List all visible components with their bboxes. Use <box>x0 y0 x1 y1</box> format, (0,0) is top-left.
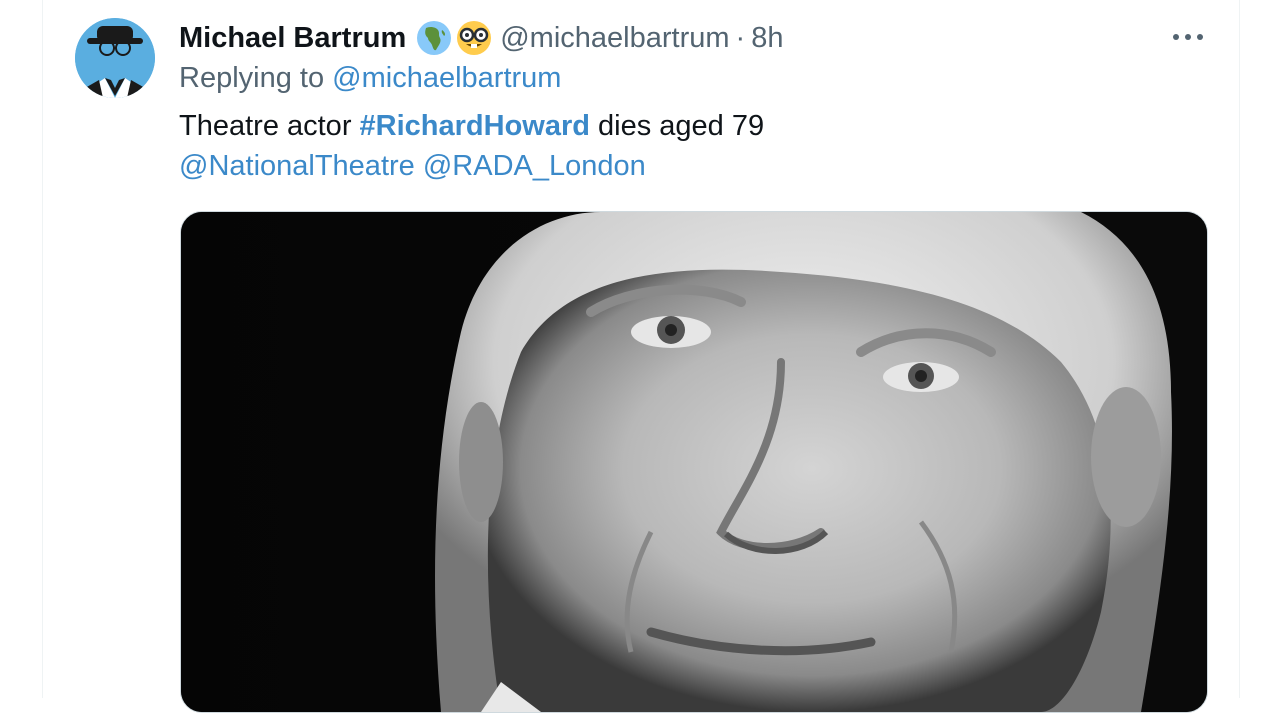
author-name[interactable]: Michael Bartrum <box>179 22 406 55</box>
replying-handle-link[interactable]: @michaelbartrum <box>332 62 561 94</box>
header-separator: · <box>735 21 746 54</box>
replying-label: Replying to <box>179 62 325 94</box>
tweet-text-suffix: dies aged 79 <box>589 110 765 142</box>
portrait-photo-icon <box>181 212 1207 712</box>
mention-rada-london-link[interactable]: @RADA_London <box>423 150 646 182</box>
avatar[interactable] <box>75 18 155 98</box>
avatar-illustration <box>75 18 155 98</box>
replying-to: Replying to @michaelbartrum <box>179 62 561 95</box>
tweet-text: Theatre actor #RichardHoward dies aged 7… <box>179 106 764 146</box>
more-horizontal-icon <box>1173 34 1203 40</box>
author-handle[interactable]: @michaelbartrum <box>500 22 729 55</box>
tweet-timestamp[interactable]: 8h <box>751 22 783 55</box>
globe-africa-emoji-icon <box>417 21 452 55</box>
nerd-face-emoji-icon <box>457 21 492 55</box>
tweet-mentions: @NationalTheatre @RADA_London <box>179 146 646 186</box>
hashtag-link[interactable]: #RichardHoward <box>360 110 590 142</box>
tweet-text-prefix: Theatre actor <box>179 110 360 142</box>
tweet-header: Michael Bartrum @michaelbartrum · 8h <box>179 18 783 58</box>
mention-national-theatre-link[interactable]: @NationalTheatre <box>179 150 415 182</box>
more-options-button[interactable] <box>1168 22 1208 52</box>
tweet-media-photo[interactable] <box>180 211 1208 713</box>
